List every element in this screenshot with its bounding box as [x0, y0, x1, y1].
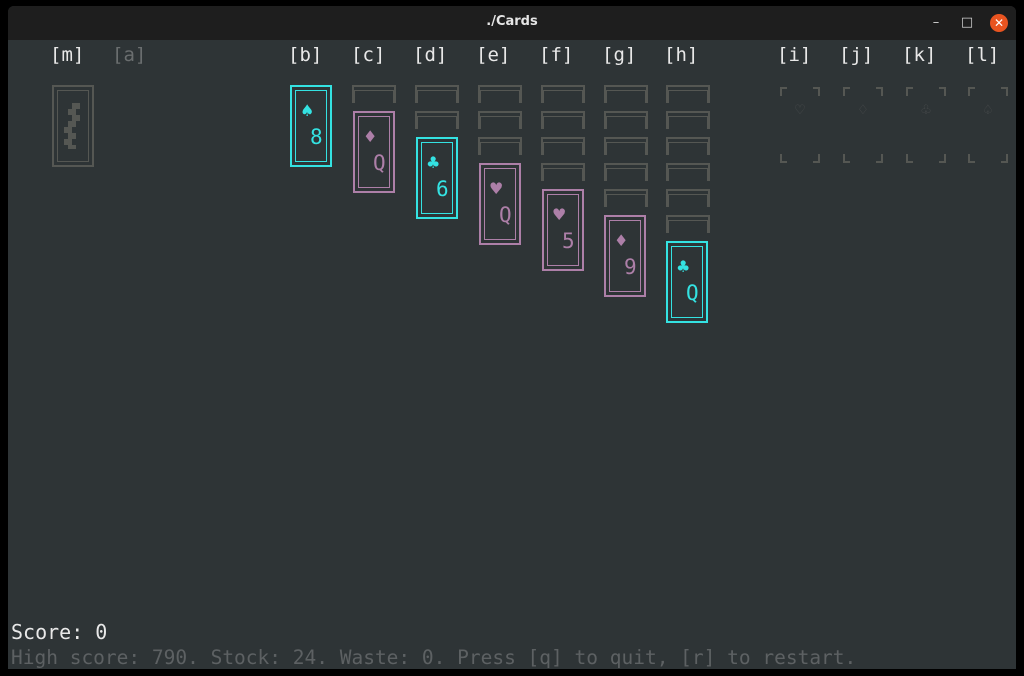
tableau-card-g[interactable]: ♦ 9 — [604, 215, 646, 297]
foundation-slot-j[interactable]: ♢ — [841, 85, 885, 167]
card-rank: Q — [373, 151, 386, 175]
tableau-card-e[interactable]: ♥ Q — [479, 163, 521, 245]
face-down-card-tab — [604, 111, 648, 129]
foundation-slot-k[interactable]: ♧ — [904, 85, 948, 167]
face-down-card-tab — [604, 85, 648, 103]
heart-icon: ♥ — [489, 179, 504, 198]
heart-icon: ♥ — [552, 205, 567, 224]
card-rank: 8 — [310, 125, 323, 149]
card-rank: 9 — [624, 255, 637, 279]
face-down-card-tab — [666, 215, 710, 233]
face-down-card-tab — [478, 111, 522, 129]
diamond-icon: ♦ — [614, 231, 629, 250]
club-icon: ♣ — [426, 153, 441, 172]
label-pile-e: [e] — [476, 44, 511, 66]
face-down-card-tab — [604, 163, 648, 181]
maximize-button[interactable]: □ — [959, 15, 975, 31]
label-foundation-k: [k] — [902, 44, 937, 66]
card-rank: 5 — [562, 229, 575, 253]
terminal-window: ./Cards – □ ✕ [m] [a] [b] [c] [d] [e] [f… — [8, 6, 1016, 669]
face-down-card-tab — [541, 137, 585, 155]
window-title: ./Cards — [486, 14, 538, 29]
tableau-card-b[interactable]: ♠ 8 — [290, 85, 332, 167]
label-foundation-j: [j] — [839, 44, 874, 66]
face-down-card-tab — [604, 137, 648, 155]
foundation-slot-l[interactable]: ♤ — [966, 85, 1010, 167]
face-down-card-tab — [478, 137, 522, 155]
tableau-card-f[interactable]: ♥ 5 — [542, 189, 584, 271]
card-back-pattern-icon — [64, 103, 80, 149]
status-line: High score: 790. Stock: 24. Waste: 0. Pr… — [11, 646, 857, 669]
spade-icon: ♠ — [300, 101, 315, 120]
face-down-card-tab — [541, 163, 585, 181]
face-down-card-tab — [415, 85, 459, 103]
club-outline-icon: ♧ — [920, 103, 932, 118]
label-stock-m: [m] — [50, 44, 85, 66]
face-down-card-tab — [666, 85, 710, 103]
tableau-card-h[interactable]: ♣ Q — [666, 241, 708, 323]
stock-pile[interactable] — [52, 85, 94, 167]
face-down-card-tab — [478, 85, 522, 103]
heart-outline-icon: ♡ — [794, 103, 806, 118]
label-pile-d: [d] — [413, 44, 448, 66]
tableau-card-c[interactable]: ♦ Q — [353, 111, 395, 193]
face-down-card-tab — [415, 111, 459, 129]
title-bar: ./Cards – □ ✕ — [8, 6, 1016, 40]
label-foundation-i: [i] — [777, 44, 812, 66]
face-down-card-tab — [541, 85, 585, 103]
spade-outline-icon: ♤ — [982, 103, 994, 118]
close-button[interactable]: ✕ — [990, 14, 1008, 32]
label-foundation-l: [l] — [965, 44, 1000, 66]
score-text: Score: 0 — [11, 620, 108, 644]
face-down-card-tab — [541, 111, 585, 129]
tableau-card-d[interactable]: ♣ 6 — [416, 137, 458, 219]
label-pile-h: [h] — [664, 44, 699, 66]
face-down-card-tab — [352, 85, 396, 103]
diamond-outline-icon: ♢ — [857, 103, 869, 118]
card-rank: 6 — [436, 177, 449, 201]
label-pile-f: [f] — [539, 44, 574, 66]
face-down-card-tab — [666, 137, 710, 155]
minimize-button[interactable]: – — [928, 15, 944, 31]
diamond-icon: ♦ — [363, 127, 378, 146]
foundation-slot-i[interactable]: ♡ — [778, 85, 822, 167]
label-waste-a: [a] — [112, 44, 147, 66]
label-pile-b: [b] — [288, 44, 323, 66]
card-rank: Q — [686, 281, 699, 305]
face-down-card-tab — [666, 189, 710, 207]
face-down-card-tab — [604, 189, 648, 207]
label-pile-g: [g] — [602, 44, 637, 66]
terminal-content[interactable]: [m] [a] [b] [c] [d] [e] [f] [g] [h] [i] … — [8, 40, 1016, 669]
card-rank: Q — [499, 203, 512, 227]
face-down-card-tab — [666, 163, 710, 181]
club-icon: ♣ — [676, 257, 691, 276]
label-pile-c: [c] — [351, 44, 386, 66]
face-down-card-tab — [666, 111, 710, 129]
